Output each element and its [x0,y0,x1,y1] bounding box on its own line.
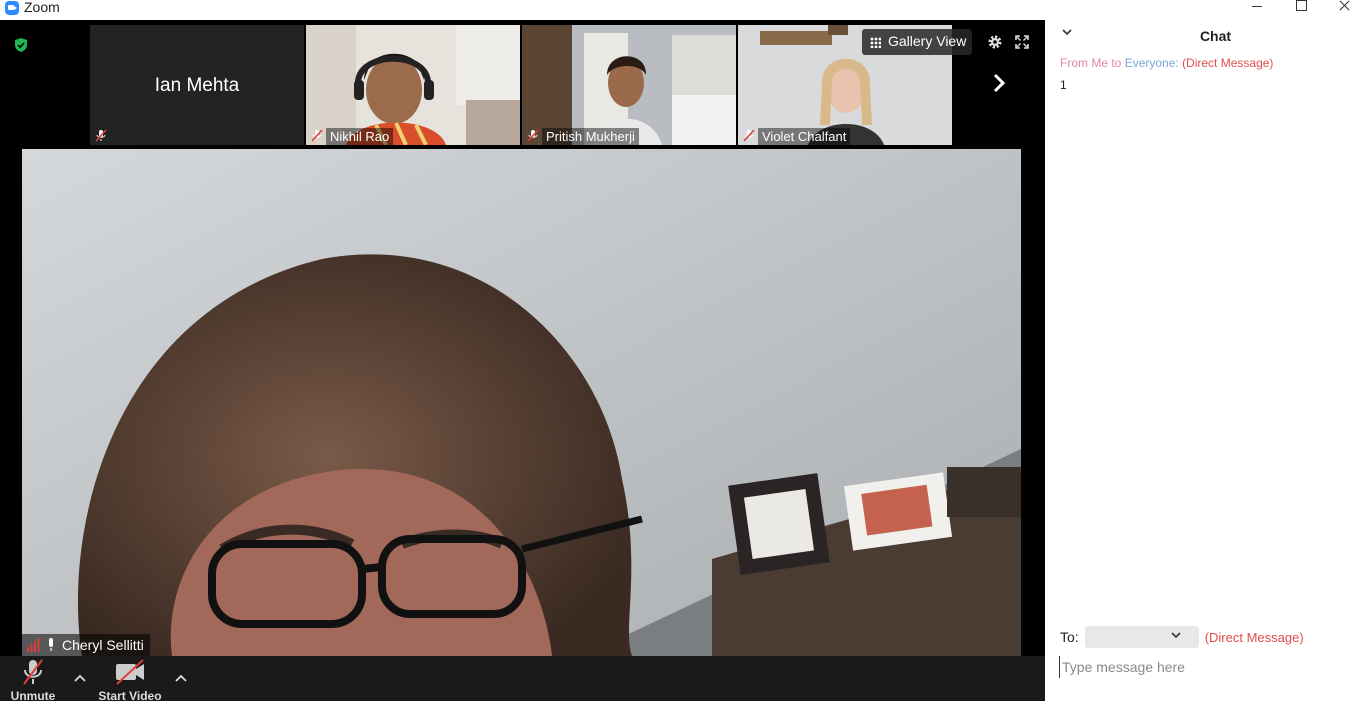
chat-message-header: From Me to Everyone: (Direct Message) [1060,56,1273,70]
participant-name: Nikhil Rao [326,128,394,145]
direct-message-tag: (Direct Message) [1204,629,1304,645]
mic-icon [49,638,53,651]
participant-name-large: Ian Mehta [154,75,240,96]
chat-panel: Chat From Me to Everyone: (Direct Messag… [1045,20,1362,701]
message-recipient: Everyone: [1124,56,1179,70]
mic-muted-icon [527,129,539,142]
chevron-up-icon[interactable] [175,674,187,682]
mic-muted-icon [311,129,323,142]
shield-icon[interactable] [13,37,29,53]
participant-name: Violet Chalfant [758,128,851,145]
maximize-button[interactable] [1286,0,1316,20]
close-button[interactable] [1330,0,1360,20]
unmute-button[interactable]: Unmute [8,658,58,703]
chat-message-body: 1 [1060,78,1067,92]
mic-muted-icon [743,129,755,142]
start-video-button[interactable]: Start Video [96,658,164,703]
gallery-view-button[interactable]: Gallery View [862,29,972,55]
direct-message-tag: (Direct Message) [1182,56,1274,70]
participant-tile-pritish-mukherji[interactable]: Pritish Mukherji [522,25,736,145]
gallery-view-label: Gallery View [888,33,967,49]
chevron-right-icon[interactable] [990,72,1008,94]
active-speaker-tag: Cheryl Sellitti [22,634,150,656]
grid-icon [870,37,881,48]
video-off-icon [116,659,144,685]
active-speaker-video[interactable]: Cheryl Sellitti [22,149,1021,656]
chevron-up-icon[interactable] [74,674,86,682]
participant-name: Pritish Mukherji [542,128,639,145]
chat-title: Chat [1199,28,1232,44]
gear-icon[interactable] [987,34,1003,50]
fullscreen-icon[interactable] [1015,35,1029,49]
speaker-video-frame [22,149,1021,656]
mic-muted-icon [23,659,43,685]
meeting-area: Ian Mehta Nikhil Rao Pritish Mukherji Vi… [0,20,1045,703]
participant-tile-ian-mehta[interactable]: Ian Mehta [90,25,304,145]
participant-video [306,25,520,145]
meeting-toolbar: Unmute Start Video [0,656,1045,703]
chat-message-input[interactable] [1059,656,1352,678]
participant-tile-nikhil-rao[interactable]: Nikhil Rao [306,25,520,145]
title-bar: Zoom [0,0,1362,20]
participant-video [522,25,736,145]
recipient-dropdown[interactable] [1084,626,1199,648]
window-title: Zoom [24,0,60,15]
message-sender: From Me to [1060,56,1122,70]
zoom-app-icon [5,1,19,15]
active-speaker-name: Cheryl Sellitti [62,637,144,653]
minimize-button[interactable] [1242,0,1272,20]
to-label: To: [1060,629,1079,645]
signal-icon [27,638,40,652]
mic-muted-icon [95,129,107,142]
chevron-down-icon [1171,632,1181,639]
recipient-row: To: (Direct Message) [1060,626,1304,648]
